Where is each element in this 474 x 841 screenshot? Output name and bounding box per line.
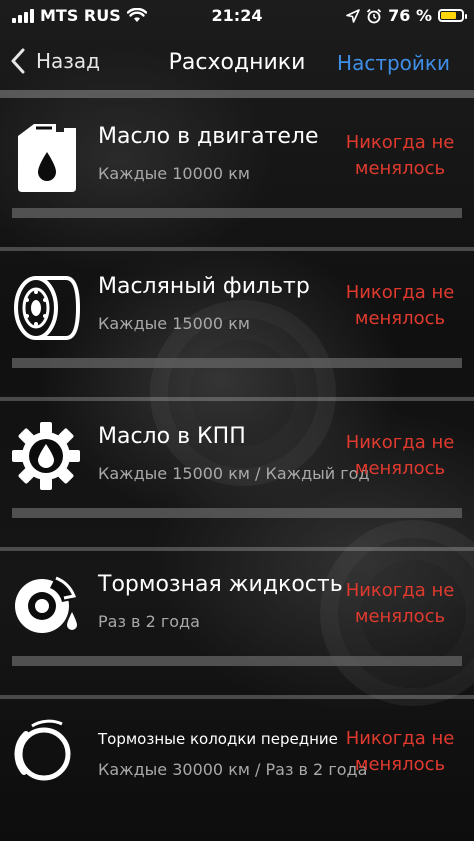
item-status: Никогда не менялось [345,580,455,627]
consumable-item[interactable]: Масляный фильтр Каждые 15000 км Никогда … [0,248,474,401]
item-status: Никогда не менялось [345,728,455,775]
item-title: Тормозная жидкость [98,572,343,597]
battery-percent: 76 % [388,6,432,25]
consumable-item[interactable]: Тормозная жидкость Раз в 2 года Никогда … [0,546,474,699]
item-title: Масло в двигателе [98,124,319,149]
settings-button[interactable]: Настройки [337,51,450,75]
consumable-item[interactable]: Масло в КПП Каждые 15000 км / Каждый год… [0,398,474,551]
navigation-bar: Назад Расходники Настройки [0,36,474,92]
nav-divider [0,90,474,98]
item-status: Никогда не менялось [345,132,455,179]
status-bar: MTS RUS 21:24 76 % [0,0,474,32]
item-interval: Каждые 15000 км / Каждый год [98,464,370,483]
item-progress-bar [12,508,462,518]
gear-oil-icon [12,422,80,490]
consumable-item[interactable]: Масло в двигателе Каждые 10000 км Никогд… [0,98,474,251]
item-status: Никогда не менялось [345,432,455,479]
oil-filter-icon [14,276,80,340]
item-progress-bar [12,208,462,218]
item-progress-bar [12,656,462,666]
item-title: Тормозные колодки передние [98,730,338,748]
app-screen: MTS RUS 21:24 76 % Назад Расходники Наст… [0,0,474,841]
page-title: Расходники [168,50,306,75]
brake-pads-icon [14,719,71,781]
item-title: Масло в КПП [98,424,246,449]
location-arrow-icon [346,8,360,23]
item-interval: Раз в 2 года [98,612,200,631]
consumable-item[interactable]: Тормозные колодки передние Каждые 30000 … [0,694,474,841]
brake-fluid-icon [15,576,77,633]
item-interval: Каждые 10000 км [98,164,250,183]
item-progress-bar [12,358,462,368]
item-interval: Каждые 15000 км [98,314,250,333]
alarm-clock-icon [366,8,382,23]
item-status: Никогда не менялось [345,282,455,329]
item-interval: Каждые 30000 км / Раз в 2 года [98,760,368,779]
oil-canister-icon [18,124,76,192]
item-title: Масляный фильтр [98,274,310,299]
battery-icon [438,9,467,22]
